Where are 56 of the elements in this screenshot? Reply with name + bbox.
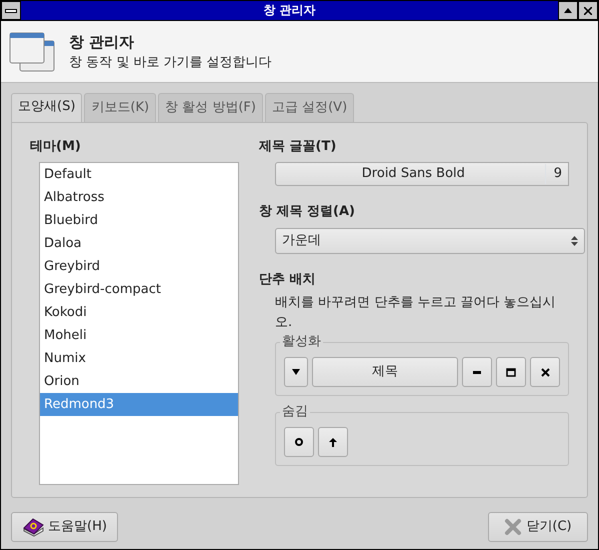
arrow-up-icon [329, 438, 337, 446]
close-icon [584, 6, 592, 14]
tab[interactable]: 고급 설정(V) [264, 93, 354, 122]
windows-icon [9, 32, 55, 72]
minimize-button[interactable] [462, 357, 492, 387]
tab[interactable]: 창 활성 방법(F) [158, 93, 263, 122]
header-subtitle: 창 동작 및 바로 가기를 설정합니다 [69, 54, 272, 72]
maximize-icon [506, 368, 516, 376]
active-group-label: 활성화 [280, 334, 323, 350]
menu-icon [5, 8, 17, 12]
title-font-label: 제목 글꼴(T) [259, 138, 338, 156]
theme-item[interactable]: Kokodi [40, 301, 238, 324]
theme-item[interactable]: Greybird-compact [40, 278, 238, 301]
theme-item[interactable]: Daloa [40, 232, 238, 255]
theme-item[interactable]: Numix [40, 347, 238, 370]
theme-item[interactable]: Moheli [40, 324, 238, 347]
close-icon [540, 368, 550, 376]
dropdown-value: 가운데 [282, 232, 321, 250]
triangle-down-icon [292, 369, 300, 375]
theme-label: 테마(M) [30, 138, 82, 156]
help-button[interactable]: 도움말(H) [11, 512, 118, 542]
stick-button[interactable] [284, 427, 314, 457]
font-name: Droid Sans Bold [360, 165, 466, 184]
theme-item[interactable]: Greybird [40, 255, 238, 278]
minimize-icon [473, 370, 481, 374]
theme-item[interactable]: Bluebird [40, 209, 238, 232]
window-menu-button[interactable] [1, 1, 21, 20]
close-button[interactable] [578, 1, 598, 20]
window-title: 창 관리자 [262, 2, 317, 19]
menu-button[interactable] [284, 357, 308, 387]
hidden-group-label: 숨김 [280, 404, 310, 420]
header-title: 창 관리자 [69, 32, 136, 52]
help-label: 도움말(H) [48, 518, 107, 536]
triangle-up-icon [564, 8, 572, 13]
alignment-dropdown[interactable]: 가운데 [275, 228, 585, 254]
theme-item[interactable]: Albatross [40, 186, 238, 209]
shade-button[interactable] [318, 427, 348, 457]
layout-hint: 배치를 바꾸려면 단추를 누르고 끌어다 놓으십시오. [275, 294, 557, 332]
close-button[interactable] [530, 357, 560, 387]
close-dialog-button[interactable]: 닫기(C) [488, 512, 588, 542]
font-size: 9 [544, 164, 562, 184]
close-icon [504, 518, 522, 536]
font-button[interactable]: Droid Sans Bold 9 [275, 162, 569, 186]
title-button[interactable]: 제목 [312, 357, 458, 387]
shade-button[interactable] [558, 1, 578, 20]
theme-item[interactable]: Default [40, 163, 238, 186]
tab[interactable]: 모양새(S) [11, 93, 82, 122]
circle-icon [295, 438, 303, 446]
book-icon [22, 516, 44, 536]
tab[interactable]: 키보드(K) [84, 93, 156, 122]
title-alignment-label: 창 제목 정렬(A) [259, 203, 356, 221]
updown-arrows-icon [571, 236, 578, 246]
theme-item[interactable]: Orion [40, 370, 238, 393]
maximize-button[interactable] [496, 357, 526, 387]
button-layout-label: 단추 배치 [259, 270, 317, 288]
close-label: 닫기(C) [526, 518, 572, 536]
